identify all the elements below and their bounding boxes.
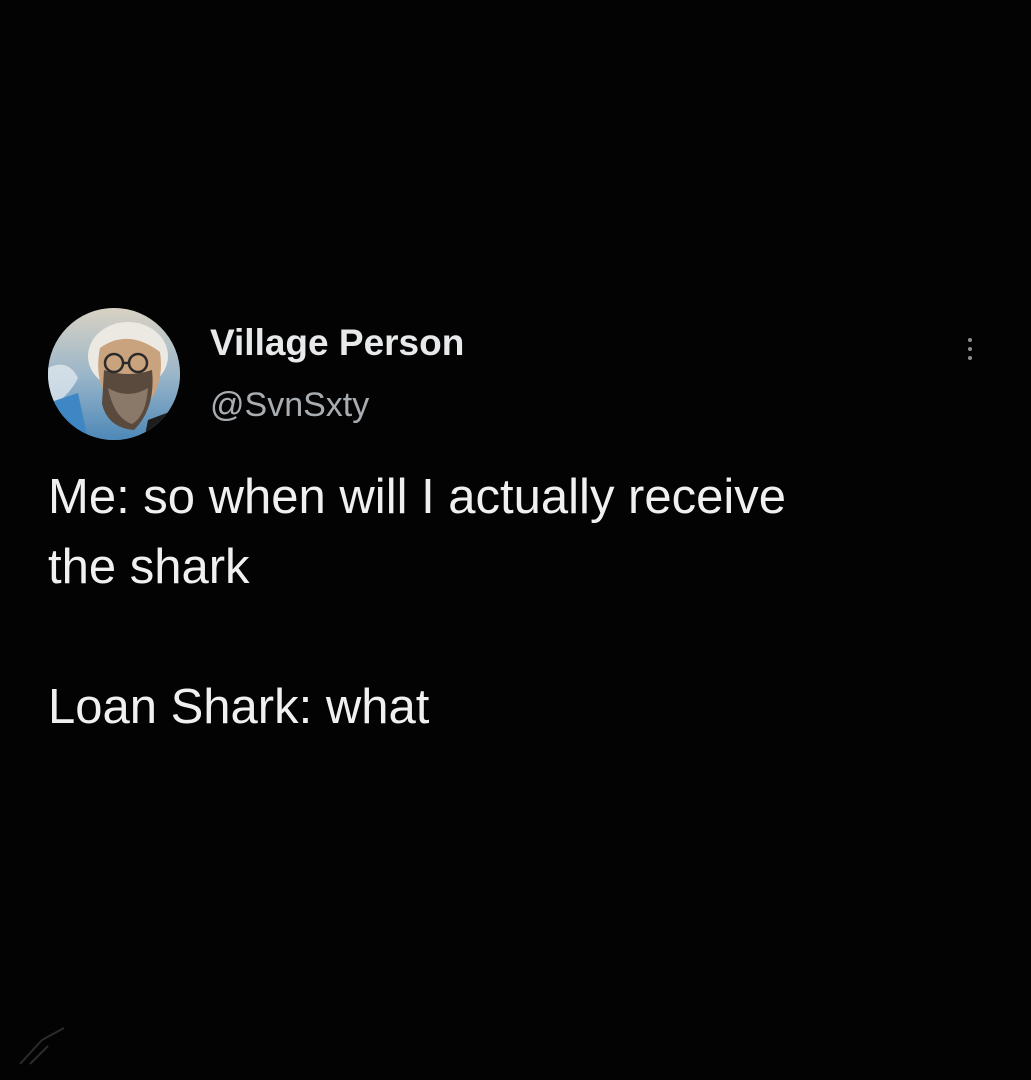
display-name[interactable]: Village Person — [210, 322, 464, 364]
tweet-card: Village Person @SvnSxty Me: so when will… — [0, 0, 1031, 1080]
avatar[interactable] — [48, 308, 180, 440]
tweet-text-line: the shark — [48, 540, 250, 594]
user-handle[interactable]: @SvnSxty — [210, 386, 369, 425]
tweet-text-line: Loan Shark: what — [48, 680, 430, 734]
watermark-icon — [19, 1027, 65, 1065]
avatar-image — [48, 308, 180, 440]
more-options-icon[interactable] — [952, 328, 988, 370]
tweet-text-line: Me: so when will I actually receive — [48, 470, 787, 524]
tweet-text: Me: so when will I actually receive the … — [48, 462, 1008, 742]
